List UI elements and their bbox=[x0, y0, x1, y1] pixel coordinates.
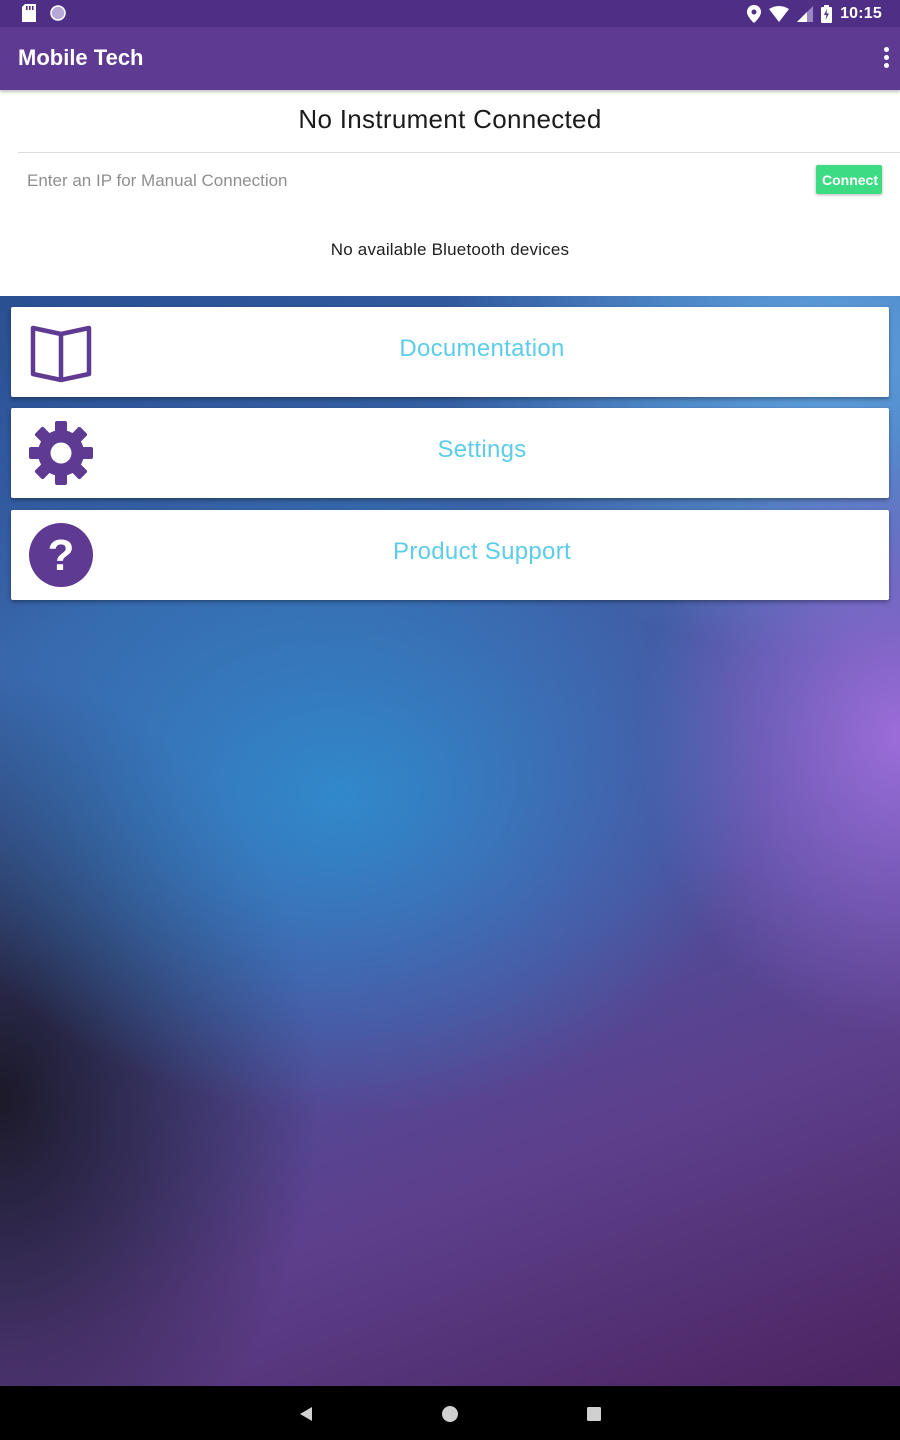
product-support-button[interactable]: ? Product Support bbox=[11, 510, 889, 600]
bluetooth-status-text: No available Bluetooth devices bbox=[330, 240, 570, 259]
instrument-status-title: No Instrument Connected bbox=[298, 104, 602, 134]
documentation-button[interactable]: Documentation bbox=[11, 307, 889, 397]
ip-address-input[interactable] bbox=[18, 162, 789, 200]
system-nav-bar bbox=[0, 1386, 900, 1440]
sd-card-icon bbox=[22, 4, 36, 22]
product-support-label: Product Support bbox=[393, 538, 571, 565]
circle-notification-icon bbox=[50, 5, 66, 21]
home-icon[interactable] bbox=[439, 1403, 461, 1425]
connect-button[interactable]: Connect bbox=[816, 165, 882, 194]
app-bar: Mobile Tech bbox=[0, 27, 900, 90]
documentation-label: Documentation bbox=[399, 335, 565, 362]
location-icon bbox=[747, 5, 762, 23]
divider bbox=[18, 152, 900, 153]
status-bar: 10:15 bbox=[0, 0, 900, 27]
battery-charging-icon bbox=[821, 5, 833, 23]
status-time: 10:15 bbox=[840, 5, 882, 22]
recents-icon[interactable] bbox=[583, 1403, 605, 1425]
wifi-icon bbox=[769, 6, 790, 22]
back-icon[interactable] bbox=[296, 1403, 318, 1425]
settings-label: Settings bbox=[437, 436, 527, 463]
signal-icon bbox=[797, 6, 814, 22]
connection-panel: No Instrument Connected Connect No avail… bbox=[0, 90, 900, 296]
overflow-menu-icon[interactable] bbox=[878, 45, 894, 73]
settings-button[interactable]: Settings bbox=[11, 408, 889, 498]
app-title: Mobile Tech bbox=[18, 45, 144, 70]
